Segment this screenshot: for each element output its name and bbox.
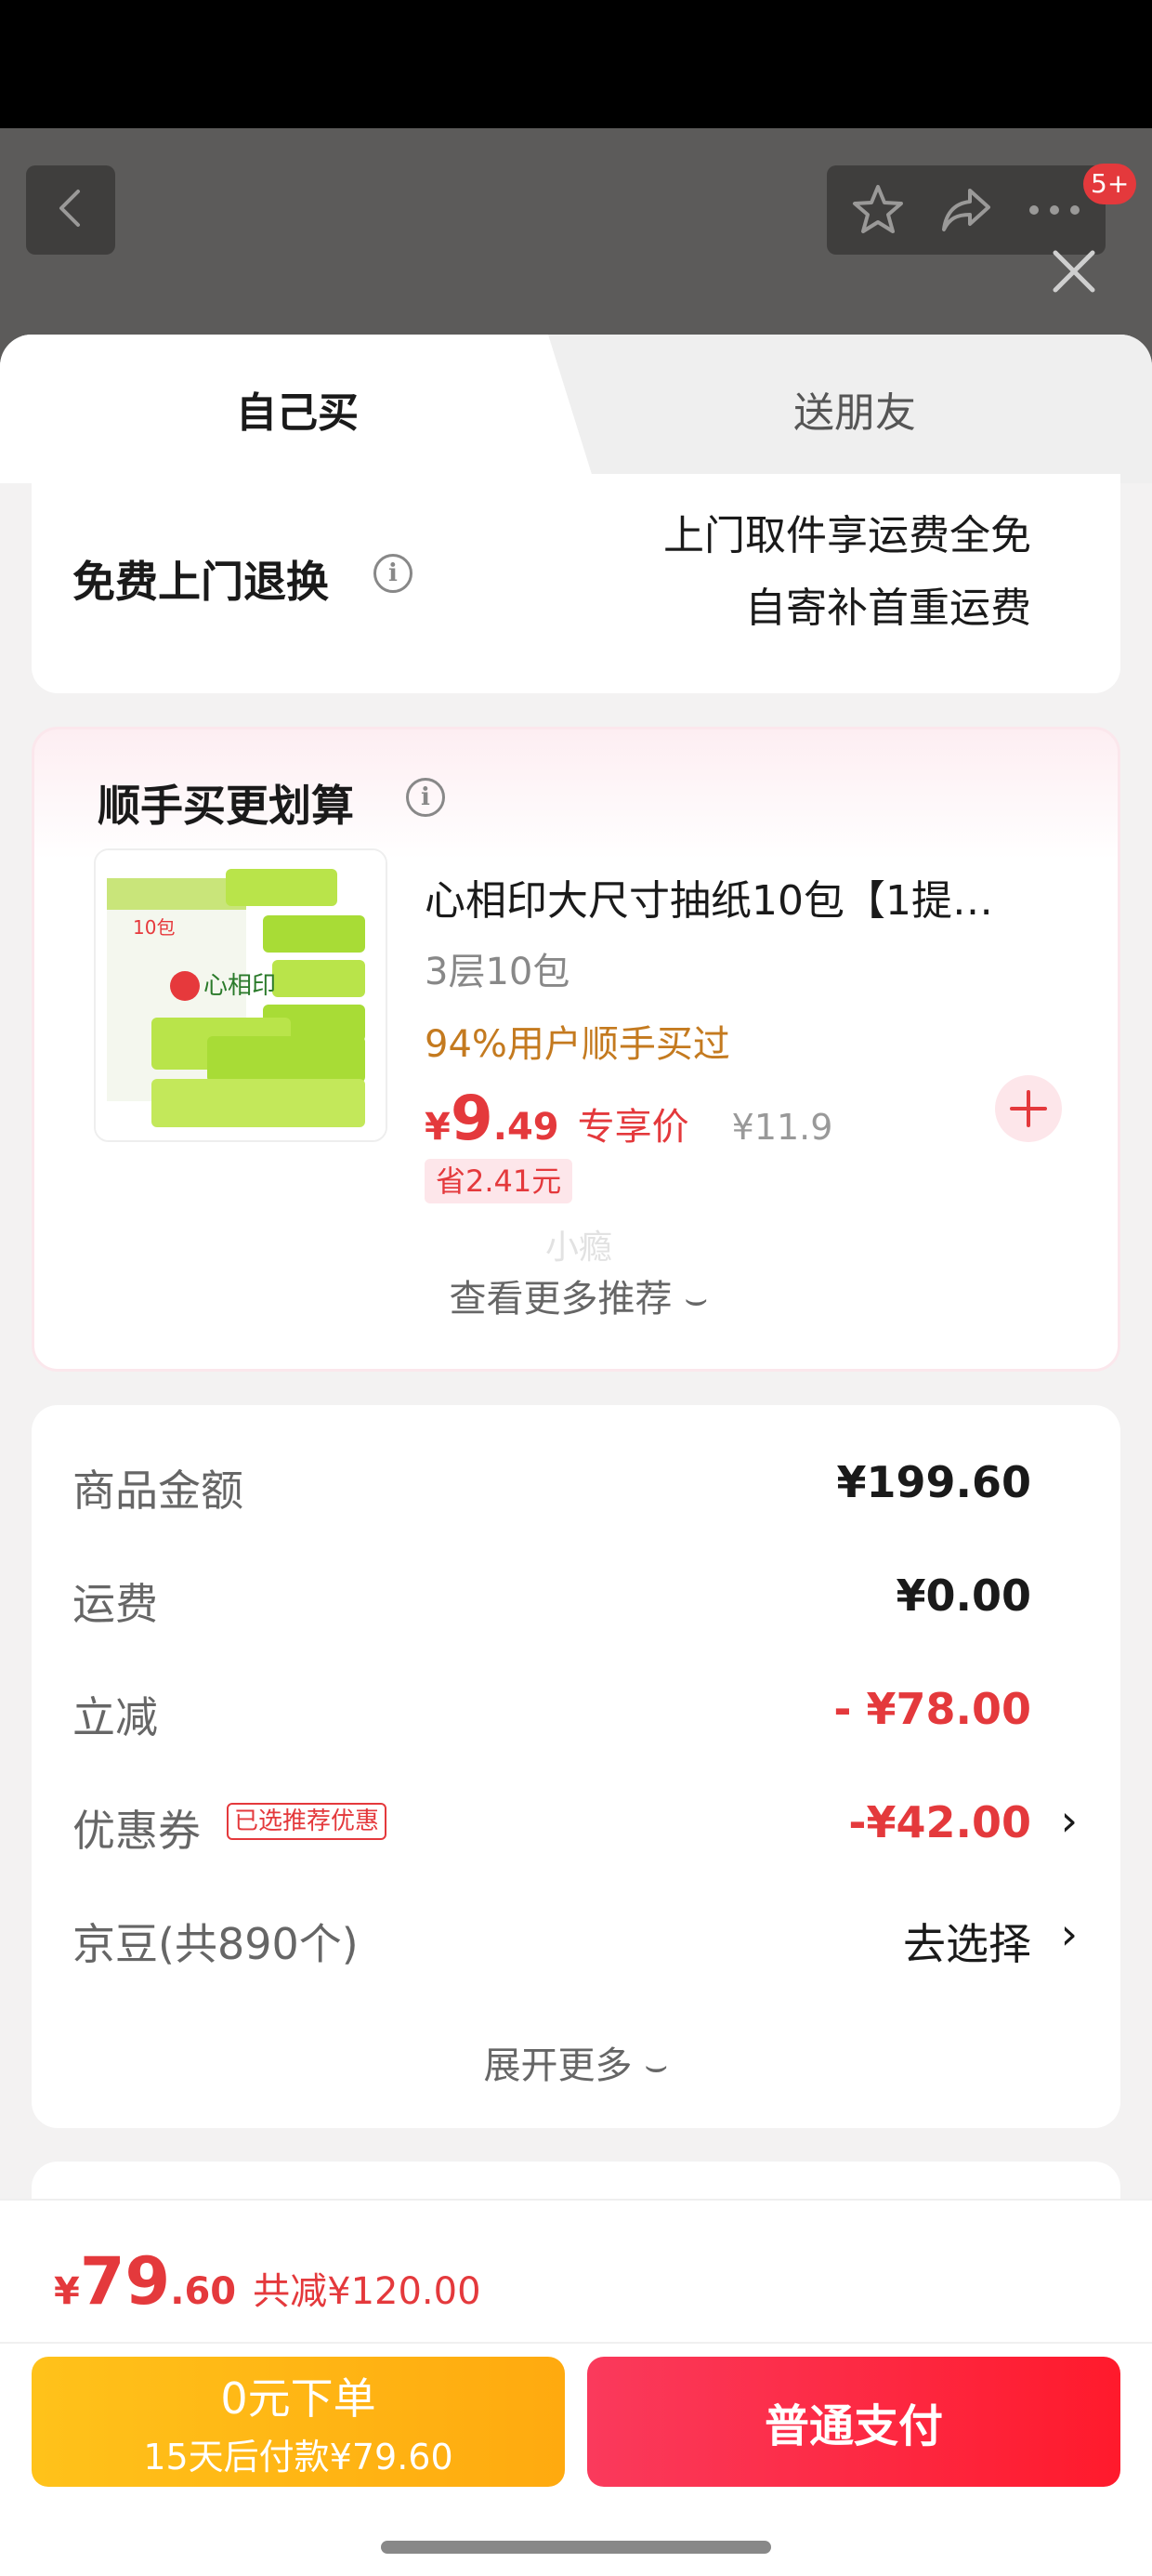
price-integer: 9 [450,1083,493,1154]
close-icon [1053,250,1095,293]
more-recommendations-link[interactable]: 查看更多推荐 ⌣ [34,1268,1123,1322]
divider [0,2342,1152,2344]
coupon-value[interactable]: -¥42.00 [848,1797,1031,1847]
chevron-right-icon[interactable]: › [1061,1795,1078,1846]
save-badge: 省2.41元 [425,1159,573,1203]
product-image-count: 10包 [133,916,175,939]
price-currency: ¥ [425,1106,451,1149]
return-service-title: 免费上门退换 [72,557,329,607]
jingdou-select[interactable]: 去选择 [903,1911,1031,1972]
close-button[interactable] [1042,240,1106,303]
pay-later-button[interactable]: 0元下单 15天后付款¥79.60 [32,2357,565,2487]
more-dots-icon [1028,205,1080,215]
favorite-button[interactable] [841,173,915,247]
pay-later-subtitle: 15天后付款¥79.60 [143,2436,453,2477]
tab-buy-self[interactable]: 自己买 [0,335,595,483]
share-icon [941,189,990,231]
add-to-order-button[interactable] [995,1075,1062,1142]
product-image[interactable]: 心相印 10包 [94,848,387,1142]
home-indicator [381,2541,771,2554]
addon-title: 顺手买更划算 [98,781,354,831]
product-name[interactable]: 心相印大尺寸抽纸10包【1提… [425,867,1075,927]
instant-discount-label: 立减 [72,1692,158,1742]
status-bar [0,0,1152,128]
info-icon[interactable]: i [406,778,445,817]
addon-card: 顺手买更划算 i 心相印 10包 心相印大尺寸抽纸10包【1提… 3层10包 9… [32,727,1120,1372]
tab-gift-friend[interactable]: 送朋友 [557,335,1152,483]
info-icon[interactable]: i [373,554,412,593]
message-badge: 5+ [1083,164,1137,204]
total-savings: 共减¥120.00 [253,2270,481,2313]
checkout-bottom-bar: ¥ 79 .60 共减¥120.00 0元下单 15天后付款¥79.60 普通支… [0,2199,1152,2576]
goods-amount-label: 商品金额 [72,1465,243,1516]
product-spec: 3层10包 [425,951,570,993]
more-button[interactable] [1017,173,1092,247]
product-popularity: 94%用户顺手买过 [425,1023,730,1066]
product-price: ¥ 9 .49 专享价 ¥11.9 [425,1083,832,1154]
product-image-brand: 心相印 [203,972,276,1000]
share-button[interactable] [929,173,1003,247]
return-service-line-1: 上门取件享运费全免 [663,512,1031,559]
price-tag: 专享价 [577,1106,689,1149]
tab-bar: 送朋友 自己买 [0,335,1152,483]
jingdou-label[interactable]: 京豆(共890个) [72,1911,359,1972]
shipping-label: 运费 [72,1579,158,1629]
original-price: ¥11.9 [731,1107,833,1148]
pay-later-title: 0元下单 [220,2372,376,2424]
watermark-text: 小瘾 [544,1229,612,1267]
normal-pay-button[interactable]: 普通支付 [587,2357,1120,2487]
shipping-value: ¥0.00 [896,1571,1031,1621]
expand-more-link[interactable]: 展开更多 ⌣ [32,2035,1120,2089]
star-icon [853,185,904,233]
instant-discount-value: - ¥78.00 [833,1684,1031,1734]
back-arrow-icon [52,186,89,234]
price-decimal: .49 [492,1106,559,1149]
price-summary-card: 商品金额 ¥199.60 运费 ¥0.00 立减 - ¥78.00 优惠券 已选… [32,1405,1120,2128]
total-integer: 79 [79,2243,171,2320]
total-decimal: .60 [170,2270,237,2313]
chevron-right-icon[interactable]: › [1061,1909,1078,1959]
total-currency: ¥ [54,2270,80,2313]
coupon-recommended-tag: 已选推荐优惠 [227,1803,387,1840]
goods-amount-value: ¥199.60 [836,1457,1031,1507]
order-total: ¥ 79 .60 共减¥120.00 [54,2243,481,2320]
back-button[interactable] [26,165,115,255]
plus-icon [1010,1090,1047,1127]
return-service-card: 免费上门退换 i 上门取件享运费全免 自寄补首重运费 [32,474,1120,693]
return-service-line-2: 自寄补首重运费 [745,585,1031,632]
coupon-label[interactable]: 优惠券 [72,1797,201,1859]
